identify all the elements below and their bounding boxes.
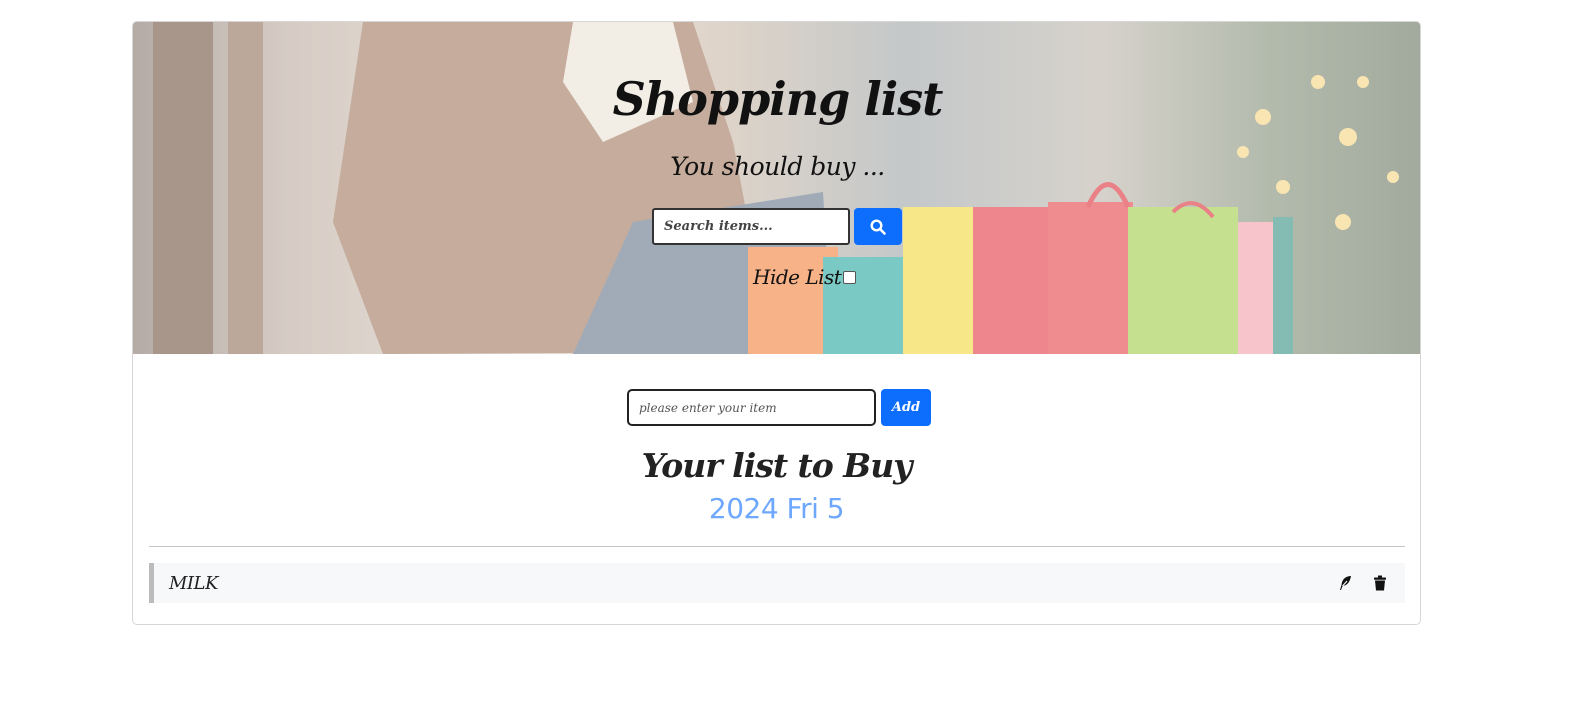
add-item-input[interactable] [627, 389, 876, 426]
list-item-name: MILK [169, 572, 218, 594]
hide-list-checkbox[interactable] [843, 270, 857, 284]
feather-edit-icon [1340, 576, 1351, 590]
delete-item-button[interactable] [1368, 571, 1392, 595]
list-title: Your list to Buy [641, 446, 913, 485]
hide-list-toggle[interactable]: Hide List [753, 262, 857, 292]
hide-list-label: Hide List [753, 265, 842, 289]
search-button[interactable] [854, 208, 902, 245]
list-item: MILK [149, 563, 1405, 603]
search-icon [870, 218, 886, 235]
edit-item-button[interactable] [1333, 571, 1357, 595]
list-date: 2024 Fri 5 [708, 492, 845, 525]
trash-icon [1374, 575, 1386, 591]
page-title: Shopping list [612, 72, 944, 126]
search-input[interactable] [652, 208, 850, 245]
hero-banner: Shopping list You should buy ... Hide Li… [133, 22, 1420, 354]
divider [149, 546, 1405, 547]
shopping-list-card: Shopping list You should buy ... Hide Li… [132, 21, 1421, 625]
page-subtitle: You should buy ... [670, 152, 885, 181]
add-button[interactable]: Add [881, 389, 931, 426]
